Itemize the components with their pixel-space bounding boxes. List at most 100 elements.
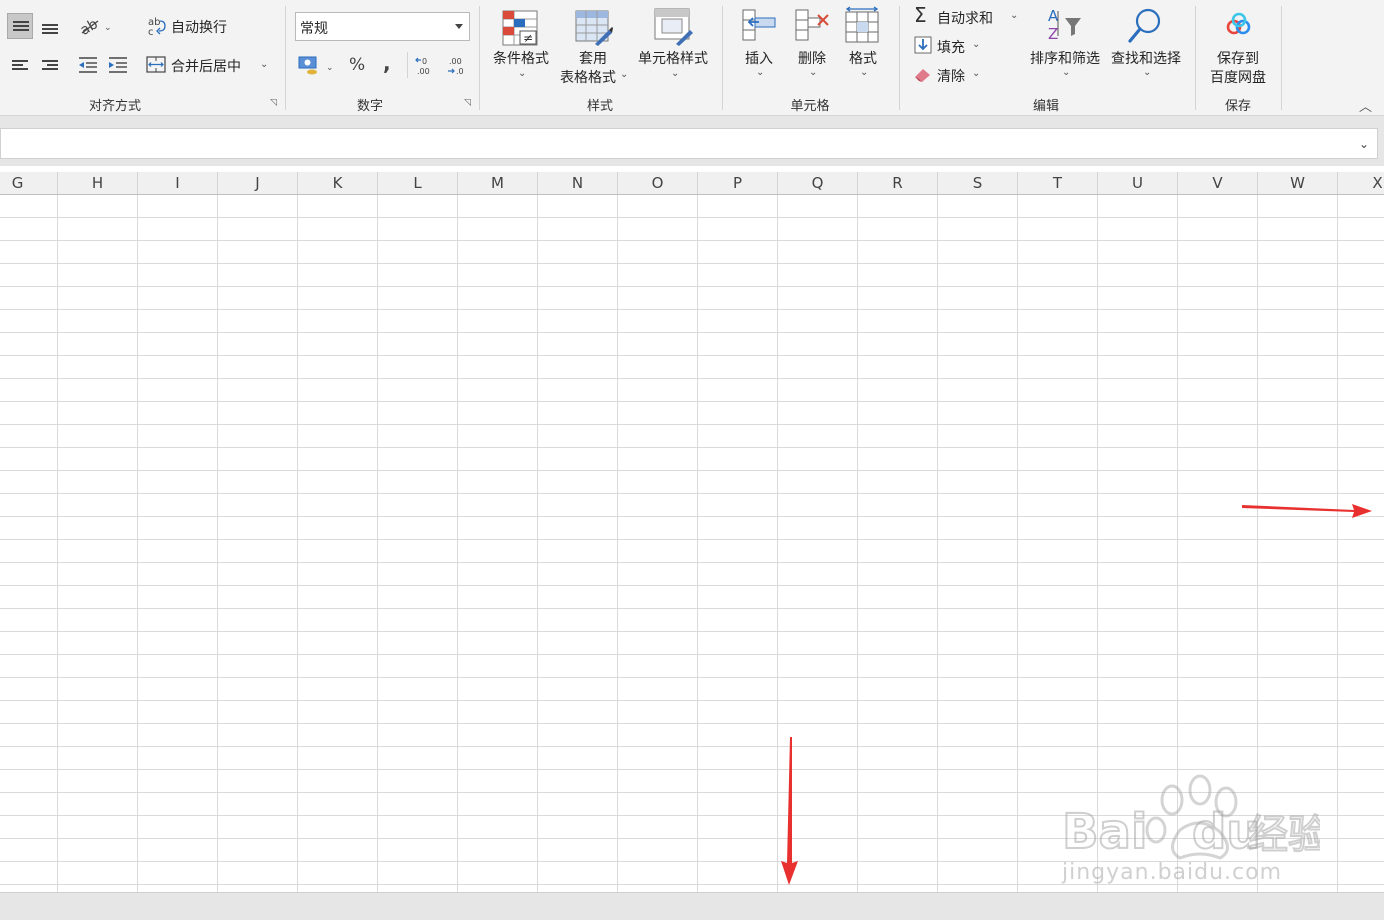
separator — [285, 6, 286, 110]
column-header-g[interactable]: G — [0, 172, 58, 194]
wrap-text-label: 自动换行 — [171, 20, 227, 36]
number-format-select[interactable]: 常规 — [295, 12, 470, 41]
fill-button[interactable]: 填充 ⌄ — [912, 34, 992, 58]
column-header-w[interactable]: W — [1258, 172, 1338, 194]
conditional-formatting-button[interactable]: ≠ 条件格式 ⌄ — [487, 8, 555, 86]
column-header-m[interactable]: M — [458, 172, 538, 194]
cells-group-label: 单元格 — [790, 99, 830, 114]
align-top-button[interactable] — [7, 13, 33, 39]
column-header-x[interactable]: X — [1338, 172, 1384, 194]
increase-decimal-button[interactable]: 0 .00 — [415, 55, 437, 77]
align-middle-button[interactable] — [37, 13, 63, 39]
alignment-group-label: 对齐方式 — [88, 99, 141, 114]
accounting-format-button[interactable]: ⌄ — [298, 54, 338, 78]
find-select-button[interactable]: 查找和选择 ⌄ — [1106, 6, 1186, 86]
delete-cells-button[interactable]: 删除 ⌄ — [789, 6, 835, 86]
save-to-baidu-button[interactable]: 保存到 百度网盘 — [1202, 6, 1274, 86]
increase-decimal-icon: 0 .00 — [415, 57, 430, 76]
column-header-h[interactable]: H — [58, 172, 138, 194]
sort-filter-button[interactable]: A Z 排序和筛选 ⌄ — [1026, 6, 1104, 86]
clear-button[interactable]: 清除 ⌄ — [912, 63, 992, 87]
clear-label: 清除 — [937, 69, 965, 85]
wrap-text-icon: ab c — [148, 17, 166, 37]
sort-filter-label: 排序和筛选 — [1030, 51, 1100, 67]
conditional-formatting-label: 条件格式 — [493, 51, 549, 67]
column-header-q[interactable]: Q — [778, 172, 858, 194]
format-label: 格式 — [849, 51, 877, 67]
merge-center-button[interactable]: 合并后居中 ⌄ — [146, 53, 276, 77]
styles-group-label: 样式 — [586, 99, 613, 114]
clear-dropdown-icon[interactable]: ⌄ — [972, 68, 980, 79]
wrap-text-button[interactable]: ab c 自动换行 — [146, 14, 246, 38]
alignment-launcher-icon[interactable]: ◹ — [270, 98, 280, 108]
comma-style-button[interactable]: , — [383, 51, 391, 75]
column-header-u[interactable]: U — [1098, 172, 1178, 194]
number-launcher-icon[interactable]: ◹ — [464, 98, 474, 108]
svg-text:⌄: ⌄ — [104, 23, 112, 33]
insert-label: 插入 — [745, 51, 773, 67]
fill-label: 填充 — [937, 40, 965, 56]
separator — [1281, 6, 1282, 110]
orientation-button[interactable]: ab ⌄ — [78, 15, 118, 39]
svg-text:ab: ab — [78, 16, 101, 37]
column-header-v[interactable]: V — [1178, 172, 1258, 194]
decrease-decimal-icon: .00 .0 — [448, 57, 464, 76]
cell-styles-label: 单元格样式 — [638, 51, 708, 67]
column-header-k[interactable]: K — [298, 172, 378, 194]
format-as-table-button[interactable]: 套用 表格格式 ⌄ — [556, 8, 630, 86]
align-left-button[interactable] — [7, 52, 33, 78]
format-cells-button[interactable]: 格式 ⌄ — [840, 6, 886, 86]
right-arrow — [1242, 504, 1372, 518]
svg-text:.00: .00 — [449, 57, 462, 66]
editing-group-label: 编辑 — [1032, 99, 1059, 114]
format-as-table-label-1: 套用 — [579, 51, 607, 67]
column-header-n[interactable]: N — [538, 172, 618, 194]
column-header-r[interactable]: R — [858, 172, 938, 194]
expand-formula-bar-icon[interactable]: ⌄ — [1359, 137, 1369, 151]
column-headers: GHIJKLMNOPQRSTUVWX — [0, 172, 1384, 195]
sigma-icon: Σ — [914, 3, 927, 27]
svg-text:≠: ≠ — [523, 31, 533, 45]
magnifier-icon — [1128, 8, 1161, 43]
cell-styles-icon — [654, 8, 693, 46]
status-bar — [0, 892, 1384, 920]
insert-cells-button[interactable]: 插入 ⌄ — [736, 6, 782, 86]
column-header-s[interactable]: S — [938, 172, 1018, 194]
annotation-overlay — [781, 504, 1372, 885]
down-arrow — [781, 737, 798, 885]
column-header-o[interactable]: O — [618, 172, 698, 194]
align-right-button[interactable] — [37, 52, 63, 78]
orientation-icon: ab ⌄ — [78, 16, 112, 39]
svg-text:.0: .0 — [456, 67, 464, 76]
svg-text:0: 0 — [422, 57, 427, 66]
column-header-t[interactable]: T — [1018, 172, 1098, 194]
decrease-decimal-button[interactable]: .00 .0 — [444, 55, 466, 77]
collapse-ribbon-icon[interactable]: ︿ — [1359, 96, 1372, 115]
formula-input[interactable]: ⌄ — [0, 128, 1378, 159]
autosum-dropdown-icon[interactable]: ⌄ — [1010, 10, 1018, 21]
separator — [1195, 6, 1196, 110]
chevron-down-icon — [455, 24, 463, 29]
delete-label: 删除 — [798, 51, 826, 67]
svg-text:Z: Z — [1048, 25, 1058, 43]
decrease-indent-button[interactable] — [76, 54, 100, 76]
eraser-icon — [915, 69, 930, 82]
cell-styles-button[interactable]: 单元格样式 ⌄ — [634, 8, 712, 86]
column-header-p[interactable]: P — [698, 172, 778, 194]
percent-style-button[interactable]: % — [349, 55, 365, 75]
worksheet-grid[interactable] — [0, 195, 1384, 892]
merge-center-label: 合并后居中 — [171, 59, 241, 75]
svg-text:⌄: ⌄ — [326, 63, 334, 73]
baidu-netdisk-icon — [1226, 12, 1251, 35]
column-header-i[interactable]: I — [138, 172, 218, 194]
svg-text:A: A — [1048, 7, 1059, 25]
watermark-url: jingyan.baidu.com — [1062, 860, 1283, 885]
fill-dropdown-icon[interactable]: ⌄ — [972, 39, 980, 50]
autosum-button[interactable]: Σ 自动求和 ⌄ — [912, 3, 1024, 29]
increase-indent-button[interactable] — [106, 54, 130, 76]
column-header-j[interactable]: J — [218, 172, 298, 194]
merge-center-dropdown-icon[interactable]: ⌄ — [260, 59, 268, 70]
column-header-l[interactable]: L — [378, 172, 458, 194]
format-as-table-icon — [575, 10, 613, 46]
save-to-label-2: 百度网盘 — [1210, 70, 1266, 86]
